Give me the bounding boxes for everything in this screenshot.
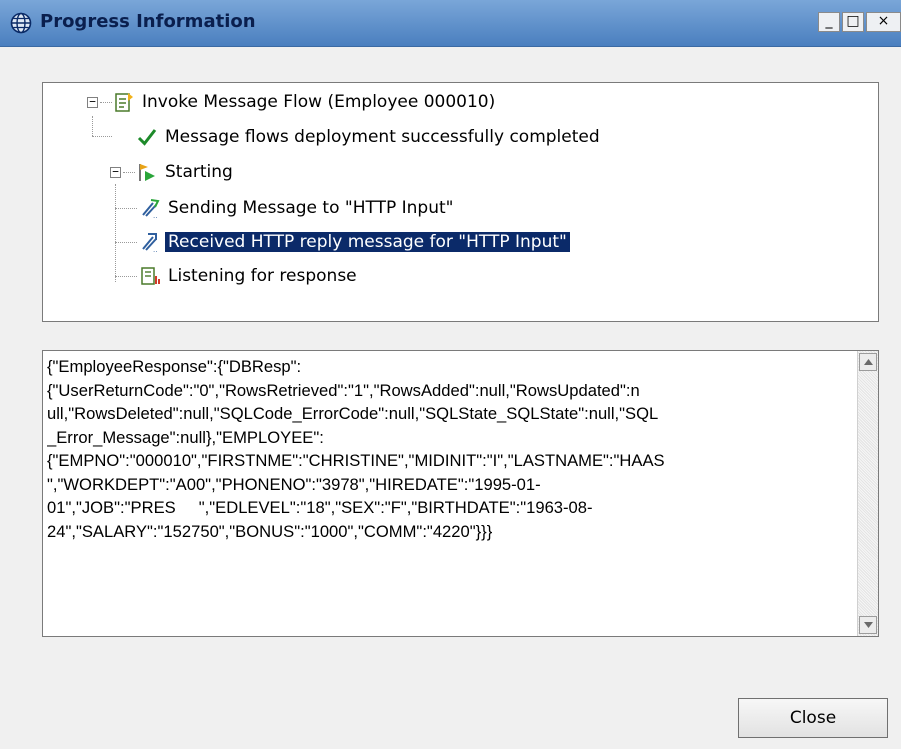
response-text: {"EmployeeResponse":{"DBResp": {"UserRet… xyxy=(47,357,665,541)
tree-item-label: Received HTTP reply message for "HTTP In… xyxy=(165,232,570,252)
window-title: Progress Information xyxy=(40,11,256,32)
tree-item-sending[interactable]: .. Sending Message to "HTTP Input" xyxy=(139,195,456,221)
arrow-up-icon xyxy=(863,359,873,365)
collapse-toggle[interactable]: − xyxy=(87,96,98,108)
tree-item-label: Listening for response xyxy=(168,266,357,286)
receive-message-icon: .. xyxy=(142,233,157,253)
vertical-scrollbar[interactable] xyxy=(857,351,878,636)
scroll-down-button[interactable] xyxy=(859,616,877,634)
maximize-button[interactable]: □ xyxy=(842,12,864,32)
tree-item-label: Starting xyxy=(165,162,233,182)
starting-icon xyxy=(139,164,155,181)
send-message-icon: .. xyxy=(142,199,160,219)
close-button[interactable]: Close xyxy=(738,698,888,738)
response-textarea[interactable]: {"EmployeeResponse":{"DBResp": {"UserRet… xyxy=(42,350,879,637)
checkmark-icon xyxy=(137,129,157,146)
flow-icon xyxy=(115,93,133,112)
svg-text:..: .. xyxy=(153,246,157,253)
collapse-toggle[interactable]: − xyxy=(110,166,121,178)
tree-item-deployment[interactable]: Message flows deployment successfully co… xyxy=(136,124,603,150)
close-window-button[interactable]: × xyxy=(866,12,901,32)
svg-text:..: .. xyxy=(153,212,157,219)
minimize-button[interactable]: _ xyxy=(818,12,840,32)
title-bar: Progress Information _ □ × xyxy=(0,0,901,47)
tree-item-starting[interactable]: Starting xyxy=(136,159,236,185)
tree-item-label: Invoke Message Flow (Employee 000010) xyxy=(142,92,496,112)
tree-item-label: Message flows deployment successfully co… xyxy=(165,127,600,147)
listening-icon xyxy=(141,267,160,285)
arrow-down-icon xyxy=(863,622,873,628)
tree-item-received[interactable]: .. Received HTTP reply message for "HTTP… xyxy=(139,229,570,255)
progress-tree[interactable]: − Invoke Message Flow (Employee 000010) … xyxy=(42,82,879,322)
globe-icon xyxy=(10,12,32,34)
tree-item-label: Sending Message to "HTTP Input" xyxy=(168,198,454,218)
tree-item-root[interactable]: Invoke Message Flow (Employee 000010) xyxy=(113,89,498,115)
tree-item-listening[interactable]: Listening for response xyxy=(139,263,360,289)
scroll-up-button[interactable] xyxy=(859,353,877,371)
